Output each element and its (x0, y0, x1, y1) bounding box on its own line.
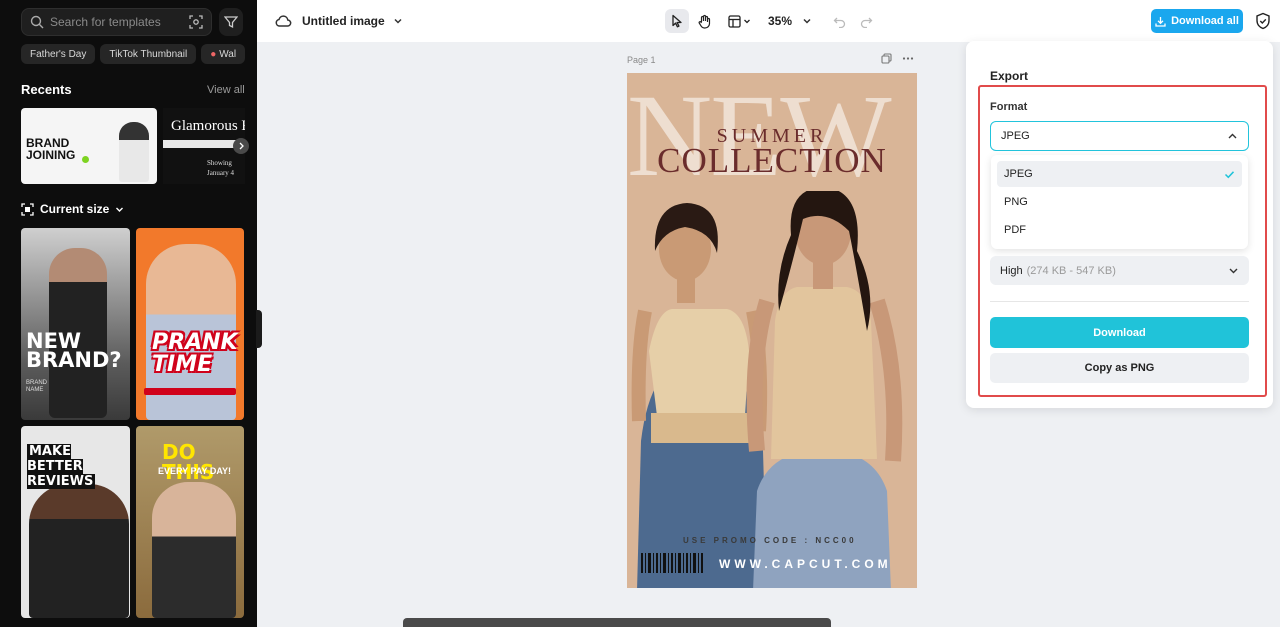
recent-template-title: Glamorous E (171, 118, 245, 134)
chevron-down-icon (394, 18, 402, 24)
horizontal-scrollbar[interactable] (403, 618, 831, 627)
model-photo-right (746, 191, 903, 588)
recents-next-button[interactable] (233, 138, 249, 154)
template-subtitle: BRAND NAME (26, 380, 48, 393)
accent-dot (82, 156, 89, 163)
export-panel-title: Export (990, 69, 1029, 83)
template-banner (144, 388, 236, 395)
category-chips: Father's Day TikTok Thumbnail ● Wal (21, 44, 257, 64)
select-tool-button[interactable] (665, 9, 689, 33)
image-search-icon[interactable] (189, 15, 203, 29)
chip-wallpaper-icon: ● (210, 48, 217, 60)
chevron-down-icon (116, 207, 124, 212)
chip-wallpaper-label: Wal (219, 48, 237, 60)
template-title: DO THIS (162, 440, 215, 484)
template-card-do-this[interactable]: DO THIS EVERY PAY DAY! (136, 426, 244, 618)
template-photo (152, 482, 236, 618)
template-sidebar: Father's Day TikTok Thumbnail ●Wal Recen… (0, 0, 257, 627)
template-search-box[interactable] (21, 8, 212, 36)
layout-icon (727, 14, 741, 28)
poster-website: WWW.CAPCUT.COM (719, 557, 892, 571)
zoom-dropdown[interactable]: 35% (768, 14, 812, 28)
template-card-new-brand[interactable]: NEW BRAND? BRAND NAME (21, 228, 130, 420)
recent-template-brand-joining[interactable]: BRAND JOINING (21, 108, 157, 184)
duplicate-page-icon[interactable] (881, 53, 892, 64)
undo-button[interactable] (827, 9, 851, 33)
search-input[interactable] (50, 15, 180, 29)
quality-value: High (1000, 264, 1023, 277)
format-label: Format (990, 101, 1028, 113)
check-icon (1224, 170, 1235, 178)
template-title: NEW BRAND? (26, 329, 122, 372)
chip-wallpaper[interactable]: ● Wal (201, 44, 246, 64)
format-option-label: JPEG (1004, 168, 1033, 180)
chevron-down-icon (1229, 268, 1238, 274)
format-option-pdf[interactable]: PDF (997, 217, 1242, 243)
hand-tool-button[interactable] (692, 9, 716, 33)
download-icon (1155, 16, 1166, 27)
copy-as-png-button[interactable]: Copy as PNG (990, 353, 1249, 383)
cloud-sync-icon[interactable] (274, 12, 292, 30)
chip-tiktok-thumbnail[interactable]: TikTok Thumbnail (100, 44, 197, 64)
undo-icon (833, 17, 845, 28)
quality-select[interactable]: High (274 KB - 547 KB) (990, 256, 1249, 285)
quality-size-range: (274 KB - 547 KB) (1026, 264, 1116, 277)
format-select[interactable]: JPEG (990, 121, 1249, 151)
template-photo (29, 484, 129, 618)
chevron-right-icon (239, 142, 244, 150)
poster-promo-code: USE PROMO CODE : NCC00 (683, 536, 857, 545)
search-icon (30, 15, 44, 29)
template-card-prank-time[interactable]: PRANK TIME (136, 228, 244, 420)
template-title: PRANK TIME (152, 330, 238, 377)
template-photo (119, 122, 149, 182)
format-option-jpeg[interactable]: JPEG (997, 161, 1242, 187)
chip-fathers-day[interactable]: Father's Day (21, 44, 96, 64)
recents-heading: Recents (21, 82, 72, 97)
redo-icon (860, 17, 872, 28)
chevron-down-icon (803, 18, 811, 24)
view-all-link[interactable]: View all (207, 84, 245, 96)
more-options-icon[interactable] (902, 53, 914, 64)
shield-icon[interactable] (1255, 12, 1271, 30)
export-divider (990, 301, 1249, 302)
template-card-make-better-reviews[interactable]: MAKE BETTER REVIEWS (21, 426, 130, 618)
format-option-label: PDF (1004, 224, 1026, 236)
document-title-menu[interactable]: Untitled image (302, 14, 403, 28)
design-canvas-page[interactable]: NEW SUMMER COLLECTION USE PROMO CODE : N… (627, 73, 917, 588)
hand-icon (698, 14, 710, 29)
barcode-graphic (641, 553, 703, 573)
template-title: MAKE BETTER REVIEWS (27, 444, 125, 489)
download-button[interactable]: Download (990, 317, 1249, 348)
filter-button[interactable] (219, 8, 243, 36)
sidebar-collapse-handle[interactable] (256, 310, 262, 348)
current-size-dropdown[interactable]: Current size (21, 202, 124, 216)
format-select-value: JPEG (1001, 130, 1030, 142)
redo-button[interactable] (854, 9, 878, 33)
chevron-down-icon (743, 19, 750, 24)
download-all-button[interactable]: Download all (1151, 9, 1243, 33)
poster-headline-line2: COLLECTION (657, 141, 887, 180)
layout-tool-button[interactable] (724, 9, 754, 33)
download-all-label: Download all (1171, 15, 1239, 27)
chevron-up-icon (1228, 133, 1237, 138)
format-option-label: PNG (1004, 196, 1028, 208)
recent-template-title: BRAND JOINING (26, 136, 76, 162)
recent-template-subtitle: Showing January 4 (207, 159, 235, 177)
document-title: Untitled image (302, 14, 385, 28)
format-option-png[interactable]: PNG (997, 189, 1242, 215)
sidebar-rail (0, 0, 4, 627)
template-subtitle: EVERY PAY DAY! (158, 466, 232, 476)
zoom-value: 35% (768, 14, 793, 28)
template-title-text: MAKE BETTER REVIEWS (27, 444, 96, 489)
filter-icon (224, 16, 238, 29)
page-label: Page 1 (627, 55, 656, 65)
resize-icon (21, 202, 34, 216)
page-actions (881, 53, 914, 64)
format-dropdown-menu: JPEG PNG PDF (991, 155, 1248, 249)
cursor-icon (672, 14, 682, 28)
current-size-label: Current size (40, 202, 110, 216)
